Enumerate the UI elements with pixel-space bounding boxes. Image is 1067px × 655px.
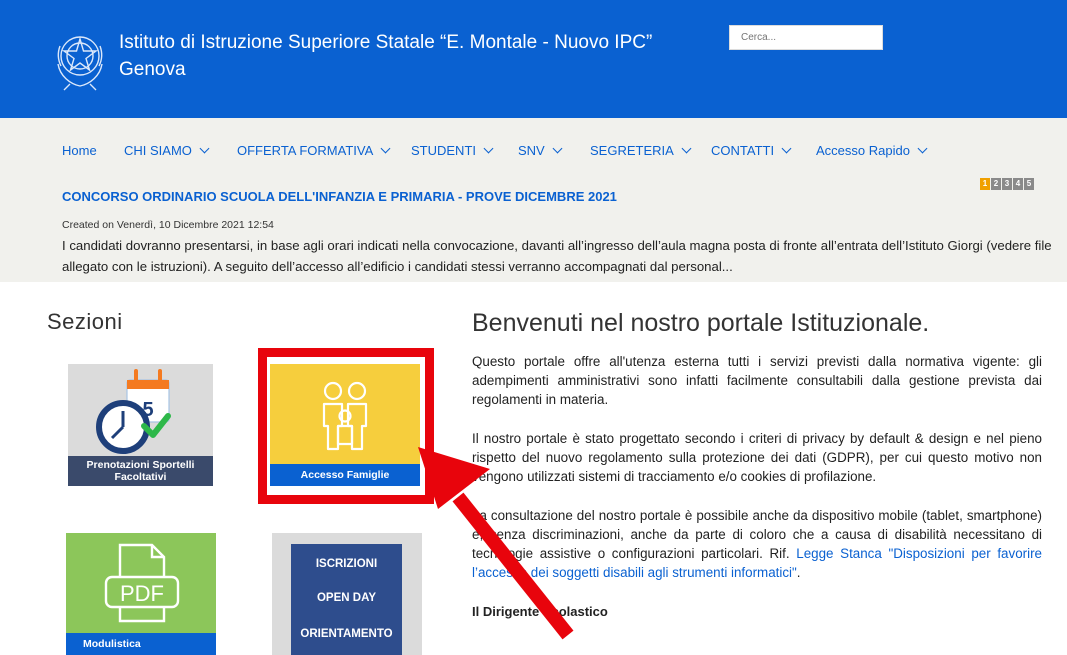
tile-modulistica-label: Modulistica <box>66 633 216 655</box>
tile-iscrizioni[interactable]: ISCRIZIONI OPEN DAY ORIENTAMENTO <box>272 533 422 655</box>
nav-item-label: CONTATTI <box>711 143 775 158</box>
page-title: Benvenuti nel nostro portale Istituziona… <box>472 309 930 337</box>
iscrizioni-line-1: ISCRIZIONI <box>315 558 378 570</box>
nav-item-accesso-rapido[interactable]: Accesso Rapido <box>816 143 928 158</box>
nav-item-label: CHI SIAMO <box>124 143 192 158</box>
nav-item-segreteria[interactable]: SEGRETERIA <box>590 143 692 158</box>
site-title-line1: Istituto di Istruzione Superiore Statale… <box>119 32 653 53</box>
nav-item-label: SEGRETERIA <box>590 143 674 158</box>
site-header: Istituto di Istruzione Superiore Statale… <box>0 0 1067 118</box>
nav-item-label: SNV <box>518 143 545 158</box>
nav-item-label: Accesso Rapido <box>816 143 910 158</box>
news-pager: 1 2 3 4 5 <box>980 178 1034 190</box>
iscrizioni-line-3: ORIENTAMENTO <box>300 628 393 640</box>
nav-item-label: OFFERTA FORMATIVA <box>237 143 374 158</box>
nav-item-contatti[interactable]: CONTATTI <box>711 143 792 158</box>
pager-page-2[interactable]: 2 <box>991 178 1001 190</box>
nav-item-studenti[interactable]: STUDENTI <box>411 143 494 158</box>
red-arrow-icon <box>418 447 574 640</box>
chevron-down-icon <box>917 143 928 154</box>
tile-prenotazioni-label: Prenotazioni Sportelli Facoltativi <box>68 456 213 486</box>
pager-page-4[interactable]: 4 <box>1013 178 1023 190</box>
nav-item-offerta-formativa[interactable]: OFFERTA FORMATIVA <box>237 143 391 158</box>
iscrizioni-line-2: OPEN DAY <box>316 592 376 604</box>
nav-item-label: STUDENTI <box>411 143 476 158</box>
pager-page-3[interactable]: 3 <box>1002 178 1012 190</box>
highlight-frame <box>258 348 434 504</box>
tile-prenotazioni[interactable]: 5 Prenotazioni Sportelli Facoltativi <box>68 364 213 486</box>
iscrizioni-banner: ISCRIZIONI OPEN DAY ORIENTAMENTO <box>291 544 402 655</box>
nav-item-snv[interactable]: SNV <box>518 143 563 158</box>
nav-item-chi-siamo[interactable]: CHI SIAMO <box>124 143 210 158</box>
pager-page-1[interactable]: 1 <box>980 178 990 190</box>
pdf-icon-text: PDF <box>120 581 164 606</box>
news-date: Created on Venerdì, 10 Dicembre 2021 12:… <box>62 219 274 231</box>
site-title-line2: Genova <box>119 59 186 80</box>
chevron-down-icon <box>552 143 563 154</box>
intro-paragraph: Questo portale offre all'utenza esterna … <box>472 354 1042 407</box>
news-excerpt: I candidati dovranno presentarsi, in bas… <box>62 238 1052 274</box>
tile-modulistica[interactable]: PDF Modulistica <box>66 533 216 655</box>
chevron-down-icon <box>681 143 692 154</box>
pager-page-5[interactable]: 5 <box>1024 178 1034 190</box>
nav-item-home[interactable]: Home <box>62 143 97 158</box>
chevron-down-icon <box>199 143 210 154</box>
sections-heading: Sezioni <box>47 309 123 334</box>
chevron-down-icon <box>781 143 792 154</box>
chevron-down-icon <box>380 143 391 154</box>
chevron-down-icon <box>483 143 494 154</box>
pdf-document-icon: PDF <box>104 543 180 623</box>
nav-item-label: Home <box>62 143 97 158</box>
search-input[interactable] <box>729 25 883 50</box>
accessibility-text-end: . <box>796 565 801 580</box>
news-title-link[interactable]: CONCORSO ORDINARIO SCUOLA DELL'INFANZIA … <box>62 189 617 204</box>
site-title[interactable]: Istituto di Istruzione Superiore Statale… <box>119 29 652 83</box>
italian-republic-emblem-icon[interactable] <box>52 24 108 94</box>
calendar-clock-icon: 5 <box>96 369 171 454</box>
